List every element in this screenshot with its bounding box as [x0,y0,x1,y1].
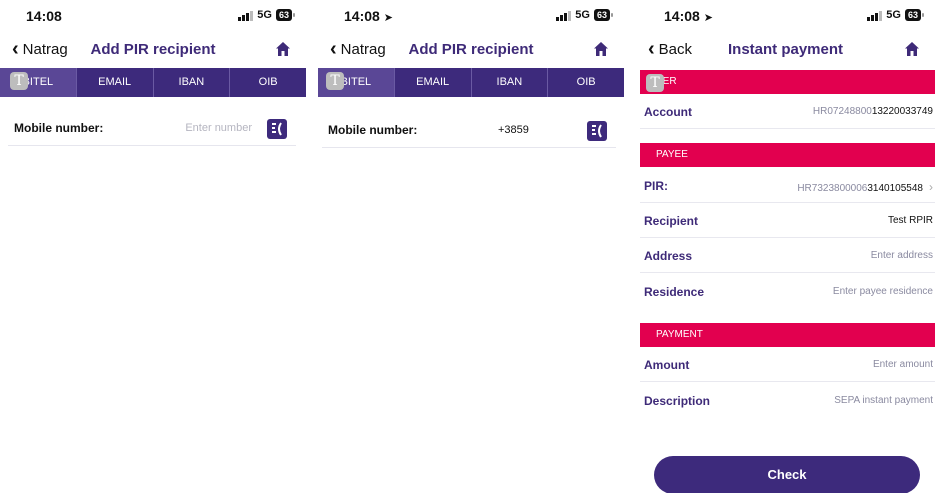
tab-email[interactable]: EMAIL [77,68,154,97]
recipient-label: Recipient [644,214,699,228]
payment-section-header: PAYMENT [640,323,935,347]
mobile-number-row: Mobile number: Enter number [8,108,296,146]
network-type: 5G [575,9,590,21]
pir-label: PIR: [644,179,668,193]
status-bar: 14:08 ➤ 5G 63 [636,7,935,27]
pir-value: HR73238000063140105548 › [797,180,933,194]
status-bar: 14:08 ➤ 5G 63 [318,7,624,27]
status-bar: 14:08 5G 63 [0,7,306,27]
home-icon[interactable] [903,40,921,58]
nav-bar: ‹ Natrag Add PIR recipient [0,38,306,62]
page-title: Add PIR recipient [90,41,216,58]
account-value: HR0724880013220033749 [812,106,933,117]
nav-bar: ‹ Natrag Add PIR recipient [318,38,624,62]
home-icon[interactable] [592,40,610,58]
address-input[interactable]: Enter address [871,250,933,261]
amount-input[interactable]: Enter amount [873,359,933,370]
recipient-type-tabs: BITEL EMAIL IBAN OIB [0,68,306,97]
battery-icon: 63 [904,9,925,21]
tab-oib[interactable]: OIB [230,68,306,97]
residence-row: Residence Enter payee residence [640,274,935,309]
recipient-type-tabs: BITEL EMAIL IBAN OIB [318,68,624,97]
screen-add-pir-empty: 14:08 5G 63 ‹ Natrag Add PIR recipient BI… [0,0,306,493]
address-label: Address [644,249,693,263]
home-icon[interactable] [274,40,292,58]
tab-iban[interactable]: IBAN [154,68,231,97]
pir-row[interactable]: PIR: HR73238000063140105548 › [640,168,935,203]
account-row[interactable]: Account HR0724880013220033749 [640,94,935,129]
overlay-badge: T [10,72,28,90]
nav-bar: ‹ Back Instant payment [636,38,935,62]
signal-icon [238,10,254,21]
page-title: Instant payment [727,41,844,58]
tab-oib[interactable]: OIB [548,68,624,97]
payer-section-header: YER [640,70,935,94]
description-input[interactable]: SEPA instant payment [834,395,933,406]
mobile-number-label: Mobile number: [328,123,418,137]
mobile-number-input[interactable]: Enter number [185,122,252,134]
status-time: 14:08 [664,8,700,24]
status-time: 14:08 [344,8,380,24]
recipient-value: Test RPIR [887,215,933,226]
battery-icon: 63 [593,9,614,21]
mobile-number-label: Mobile number: [14,121,104,135]
chevron-right-icon: › [929,180,933,194]
signal-icon [556,10,572,21]
location-arrow-icon: ➤ [703,12,713,24]
battery-icon: 63 [275,9,296,21]
overlay-badge: T [326,72,344,90]
mobile-number-row: Mobile number: +3859 [322,110,616,148]
location-arrow-icon: ➤ [383,12,393,24]
check-button[interactable]: Check [654,456,920,493]
tab-iban[interactable]: IBAN [472,68,549,97]
network-type: 5G [257,9,272,21]
status-time: 14:08 [26,8,62,24]
amount-row: Amount Enter amount [640,347,935,382]
description-label: Description [644,394,711,408]
network-type: 5G [886,9,901,21]
description-row: Description SEPA instant payment [640,383,935,418]
address-row: Address Enter address [640,238,935,273]
tab-email[interactable]: EMAIL [395,68,472,97]
contacts-icon[interactable] [266,118,288,140]
screen-add-pir-filled: 14:08 ➤ 5G 63 ‹ Natrag Add PIR recipient … [318,0,624,493]
residence-label: Residence [644,285,705,299]
residence-input[interactable]: Enter payee residence [833,286,933,297]
overlay-badge: T [646,74,664,92]
payee-section-header: PAYEE [640,143,935,167]
mobile-number-input[interactable]: +3859 [498,124,529,136]
contacts-icon[interactable] [586,120,608,142]
recipient-row: Recipient Test RPIR [640,203,935,238]
signal-icon [867,10,883,21]
amount-label: Amount [644,358,690,372]
screen-instant-payment: 14:08 ➤ 5G 63 ‹ Back Instant payment YER … [636,0,935,493]
account-label: Account [644,105,692,119]
page-title: Add PIR recipient [408,41,534,58]
